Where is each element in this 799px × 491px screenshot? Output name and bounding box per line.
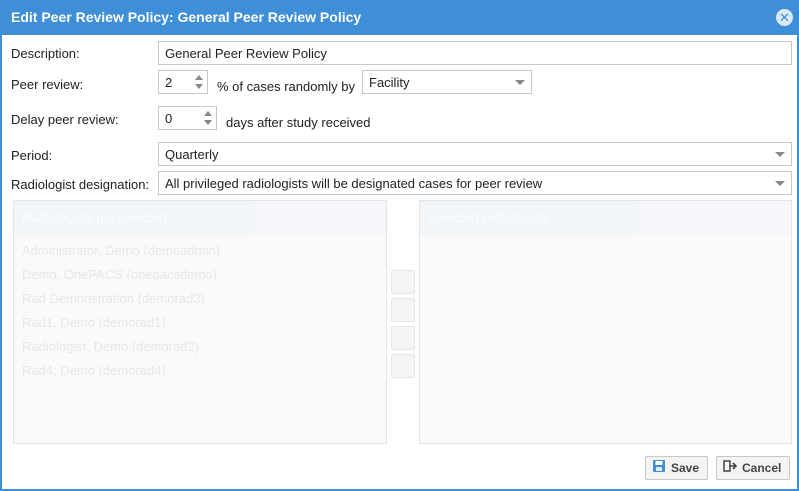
chevron-down-icon — [515, 80, 525, 85]
description-label: Description: — [11, 46, 80, 61]
delay-label: Delay peer review: — [11, 112, 119, 127]
cancel-label: Cancel — [742, 461, 782, 475]
decrement-icon[interactable] — [195, 84, 203, 89]
designation-value: All privileged radiologists will be desi… — [165, 176, 543, 191]
list-item[interactable]: Rad4, Demo (demorad4) — [14, 359, 386, 383]
percent-cases-text: % of cases randomly by — [217, 79, 356, 94]
selected-radiologists-panel: Selected radiologists — [419, 200, 792, 444]
list-item[interactable]: Administrator, Demo (demoadmin) — [14, 239, 386, 263]
move-all-right-button[interactable] — [391, 298, 415, 322]
delay-days-value: 0 — [165, 111, 173, 126]
move-right-button[interactable] — [391, 270, 415, 294]
spinner-arrows — [194, 74, 204, 90]
list-item[interactable]: Rad Demonstration (demorad3) — [14, 287, 386, 311]
designation-label: Radiologist designation: — [11, 177, 150, 192]
list-item[interactable]: Demo, OnePACS (onepacsdemo) — [14, 263, 386, 287]
dialog-titlebar: Edit Peer Review Policy: General Peer Re… — [2, 0, 799, 35]
delay-suffix-text: days after study received — [226, 115, 371, 130]
save-button[interactable]: Save — [645, 456, 709, 480]
selected-list-header: Selected radiologists — [420, 201, 791, 235]
available-radiologists-panel: Radiologists not selected Administrator,… — [13, 200, 387, 444]
increment-icon[interactable] — [195, 75, 203, 80]
decrement-icon[interactable] — [204, 120, 212, 125]
period-select[interactable]: Quarterly — [158, 142, 792, 166]
cancel-button[interactable]: Cancel — [716, 456, 791, 480]
peer-review-percent-stepper[interactable]: 2 — [158, 70, 208, 94]
close-icon[interactable]: ✕ — [776, 9, 793, 26]
selected-list — [420, 235, 791, 243]
dialog-title: Edit Peer Review Policy: General Peer Re… — [11, 9, 362, 25]
chevron-down-icon — [775, 152, 785, 157]
increment-icon[interactable] — [204, 111, 212, 116]
description-input[interactable]: General Peer Review Policy — [158, 41, 792, 65]
chevron-down-icon — [775, 181, 785, 186]
designation-select[interactable]: All privileged radiologists will be desi… — [158, 171, 792, 195]
move-left-button[interactable] — [391, 326, 415, 350]
delay-days-stepper[interactable]: 0 — [158, 106, 217, 130]
peer-review-label: Peer review: — [11, 77, 84, 92]
period-label: Period: — [11, 148, 53, 163]
list-item[interactable]: Rad1, Demo (demorad1) — [14, 311, 386, 335]
available-list-header: Radiologists not selected — [14, 201, 386, 235]
move-all-left-button[interactable] — [391, 354, 415, 378]
save-label: Save — [671, 461, 700, 475]
peer-review-percent-value: 2 — [165, 75, 173, 90]
save-icon — [652, 458, 666, 480]
spinner-arrows — [203, 110, 213, 126]
peer-review-by-value: Facility — [369, 75, 410, 90]
available-list: Administrator, Demo (demoadmin) Demo, On… — [14, 235, 386, 387]
list-item[interactable]: Radiologist, Demo (demorad2) — [14, 335, 386, 359]
period-value: Quarterly — [165, 147, 219, 162]
cancel-icon — [723, 458, 738, 480]
peer-review-policy-dialog: Edit Peer Review Policy: General Peer Re… — [0, 0, 799, 491]
peer-review-by-select[interactable]: Facility — [362, 70, 532, 94]
